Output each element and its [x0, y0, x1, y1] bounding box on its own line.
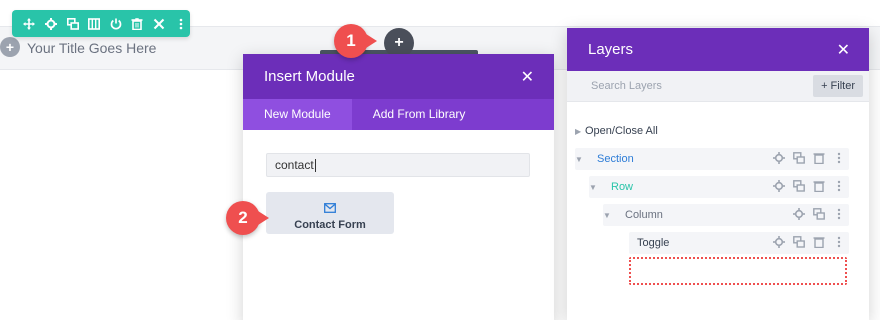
- row-title-text[interactable]: Your Title Goes Here: [27, 40, 156, 56]
- more-icon[interactable]: [833, 208, 845, 220]
- close-icon[interactable]: ✕: [521, 67, 534, 87]
- modal-tabs: New Module Add From Library: [243, 99, 554, 130]
- layers-title: Layers: [588, 41, 634, 58]
- gear-icon[interactable]: [773, 152, 785, 164]
- layer-item-row[interactable]: ▼ Row: [589, 176, 849, 198]
- layer-item-section[interactable]: ▼ Section: [575, 148, 849, 170]
- module-drop-zone[interactable]: [629, 257, 847, 285]
- layer-label: Row: [611, 181, 634, 193]
- insert-module-modal: Insert Module ✕ New Module Add From Libr…: [243, 54, 554, 320]
- duplicate-icon[interactable]: [793, 180, 805, 192]
- gear-icon[interactable]: [42, 14, 61, 33]
- columns-icon[interactable]: [85, 14, 104, 33]
- close-icon[interactable]: ✕: [837, 40, 850, 60]
- module-search-input[interactable]: contact: [266, 153, 530, 177]
- caret-right-icon: ▶: [575, 126, 582, 136]
- layer-item-column[interactable]: ▼ Column: [603, 204, 849, 226]
- more-icon[interactable]: [833, 180, 845, 192]
- filter-label: Filter: [830, 80, 855, 92]
- gear-icon[interactable]: [773, 236, 785, 248]
- step-marker-2: 2: [226, 201, 269, 235]
- plus-icon: +: [821, 80, 831, 92]
- more-icon[interactable]: [833, 152, 845, 164]
- layer-label: Section: [597, 153, 634, 165]
- gear-icon[interactable]: [793, 208, 805, 220]
- gear-icon[interactable]: [773, 180, 785, 192]
- module-search-value: contact: [275, 158, 314, 172]
- more-icon[interactable]: [171, 14, 190, 33]
- close-icon[interactable]: [150, 14, 169, 33]
- tab-add-from-library[interactable]: Add From Library: [352, 99, 487, 130]
- layers-panel: Layers ✕ Search Layers + Filter ▶ Open/C…: [567, 28, 869, 320]
- open-close-all[interactable]: ▶ Open/Close All: [575, 120, 658, 142]
- envelope-icon: [266, 200, 394, 218]
- trash-icon[interactable]: [813, 180, 825, 192]
- duplicate-icon[interactable]: [793, 236, 805, 248]
- layers-header: Layers ✕: [567, 28, 869, 71]
- module-label: Contact Form: [294, 219, 366, 231]
- more-icon[interactable]: [833, 236, 845, 248]
- layer-label: Column: [625, 209, 663, 221]
- caret-down-icon: ▼: [589, 182, 597, 192]
- add-row-button[interactable]: +: [0, 37, 20, 57]
- step-marker-1: 1: [334, 24, 377, 58]
- modal-header: Insert Module ✕: [243, 54, 554, 99]
- duplicate-icon[interactable]: [793, 152, 805, 164]
- layer-label: Toggle: [637, 237, 670, 249]
- duplicate-icon[interactable]: [63, 14, 82, 33]
- power-icon[interactable]: [107, 14, 126, 33]
- tab-new-module[interactable]: New Module: [243, 99, 352, 130]
- open-close-all-label: Open/Close All: [585, 125, 658, 137]
- contact-form-module-button[interactable]: Contact Form: [266, 192, 394, 234]
- modal-title: Insert Module: [264, 68, 355, 85]
- trash-icon[interactable]: [813, 236, 825, 248]
- filter-button[interactable]: + Filter: [813, 75, 863, 97]
- layers-search-bar: Search Layers + Filter: [567, 71, 869, 102]
- layers-search-input[interactable]: Search Layers: [591, 80, 662, 92]
- caret-down-icon: ▼: [603, 210, 611, 220]
- text-cursor: [314, 159, 316, 173]
- caret-down-icon: ▼: [575, 154, 583, 164]
- move-icon[interactable]: [20, 14, 39, 33]
- duplicate-icon[interactable]: [813, 208, 825, 220]
- trash-icon[interactable]: [128, 14, 147, 33]
- trash-icon[interactable]: [813, 152, 825, 164]
- layer-item-toggle[interactable]: Toggle: [629, 232, 849, 254]
- section-toolbar: [12, 10, 190, 37]
